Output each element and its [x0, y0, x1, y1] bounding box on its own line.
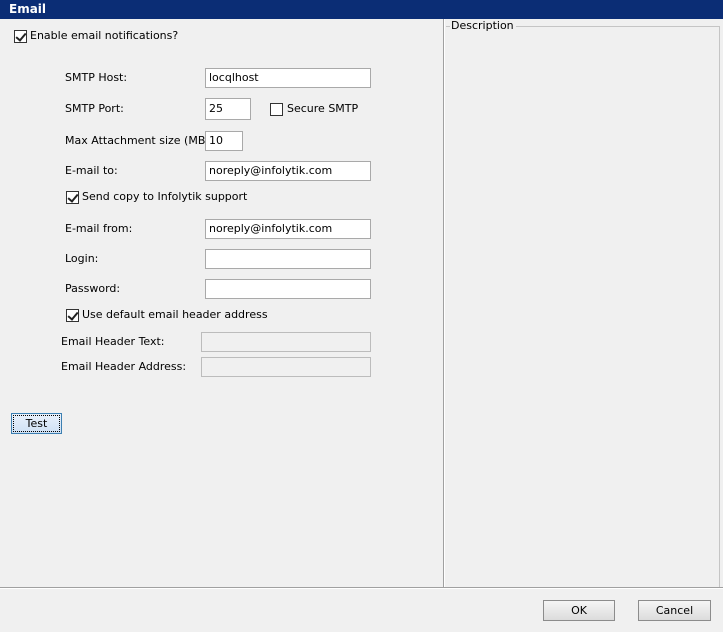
window-title: Email [0, 0, 723, 19]
login-label: Login: [65, 252, 99, 265]
smtp-port-input[interactable]: 25 [205, 98, 251, 120]
send-copy-label: Send copy to Infolytik support [82, 190, 248, 203]
enable-notifications-checkbox[interactable] [14, 30, 27, 43]
password-input[interactable] [205, 279, 371, 299]
checkmark-icon [67, 191, 79, 203]
description-frame [446, 26, 450, 27]
secure-smtp-checkbox[interactable] [270, 103, 283, 116]
email-to-label: E-mail to: [65, 164, 118, 177]
email-from-input[interactable]: noreply@infolytik.com [205, 219, 371, 239]
secure-smtp-label: Secure SMTP [287, 102, 359, 115]
max-attachment-label: Max Attachment size (MB): [65, 134, 214, 147]
smtp-host-label: SMTP Host: [65, 71, 128, 84]
email-from-label: E-mail from: [65, 222, 133, 235]
vertical-divider [443, 19, 444, 587]
checkmark-icon [67, 309, 79, 321]
email-header-text-label: Email Header Text: [61, 335, 165, 348]
checkmark-icon [15, 30, 27, 42]
description-frame-top [510, 26, 720, 27]
use-default-header-checkbox[interactable] [66, 309, 79, 322]
send-copy-checkbox[interactable] [66, 191, 79, 204]
email-header-address-input[interactable] [201, 357, 371, 377]
login-input[interactable] [205, 249, 371, 269]
max-attachment-input[interactable]: 10 [205, 131, 243, 151]
smtp-port-label: SMTP Port: [65, 102, 124, 115]
email-header-address-label: Email Header Address: [61, 360, 187, 373]
use-default-header-label: Use default email header address [82, 308, 268, 321]
footer-divider [0, 587, 723, 588]
description-frame-right [719, 26, 720, 587]
email-to-input[interactable]: noreply@infolytik.com [205, 161, 371, 181]
email-header-text-input[interactable] [201, 332, 371, 352]
ok-button[interactable]: OK [543, 600, 615, 621]
cancel-button[interactable]: Cancel [638, 600, 711, 621]
password-label: Password: [65, 282, 121, 295]
enable-notifications-label: Enable email notifications? [30, 29, 179, 42]
smtp-host-input[interactable]: locqlhost [205, 68, 371, 88]
description-label: Description [451, 19, 516, 33]
test-button[interactable]: Test [11, 413, 62, 434]
